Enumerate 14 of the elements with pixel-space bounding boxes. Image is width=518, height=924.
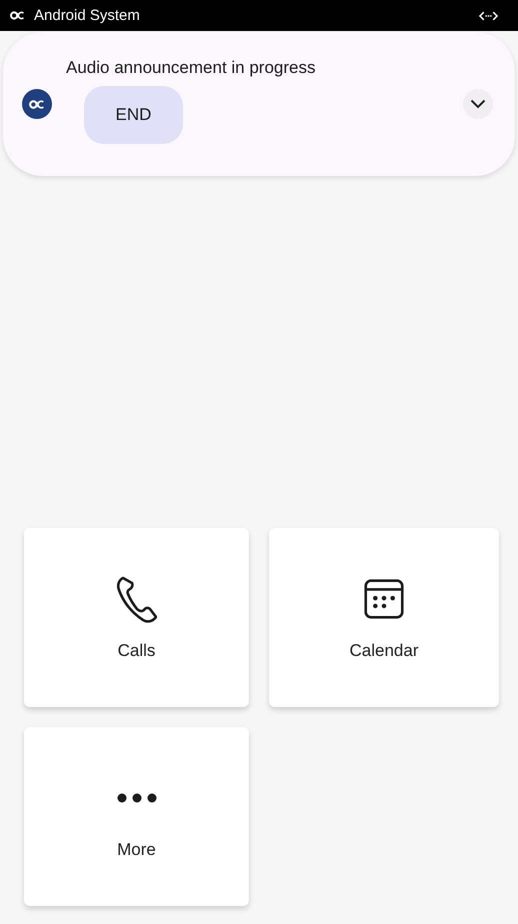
app-logo-icon [28,98,46,110]
expand-button[interactable] [463,89,493,119]
app-tile[interactable]: More [24,727,249,906]
phone-icon [116,574,156,622]
notification-card[interactable]: Audio announcement in progress END [3,32,515,176]
chevron-icon [470,99,486,109]
app-name: Android System [34,7,141,24]
app-tile[interactable]: Calendar [269,528,499,707]
more-dots-icon [116,792,156,802]
notification-title: Audio announcement in progress [66,58,316,78]
app-logo-icon [9,10,26,21]
end-button[interactable]: END [84,86,183,144]
app-tile[interactable]: Calls [24,528,249,707]
code-brackets-icon [479,10,498,22]
